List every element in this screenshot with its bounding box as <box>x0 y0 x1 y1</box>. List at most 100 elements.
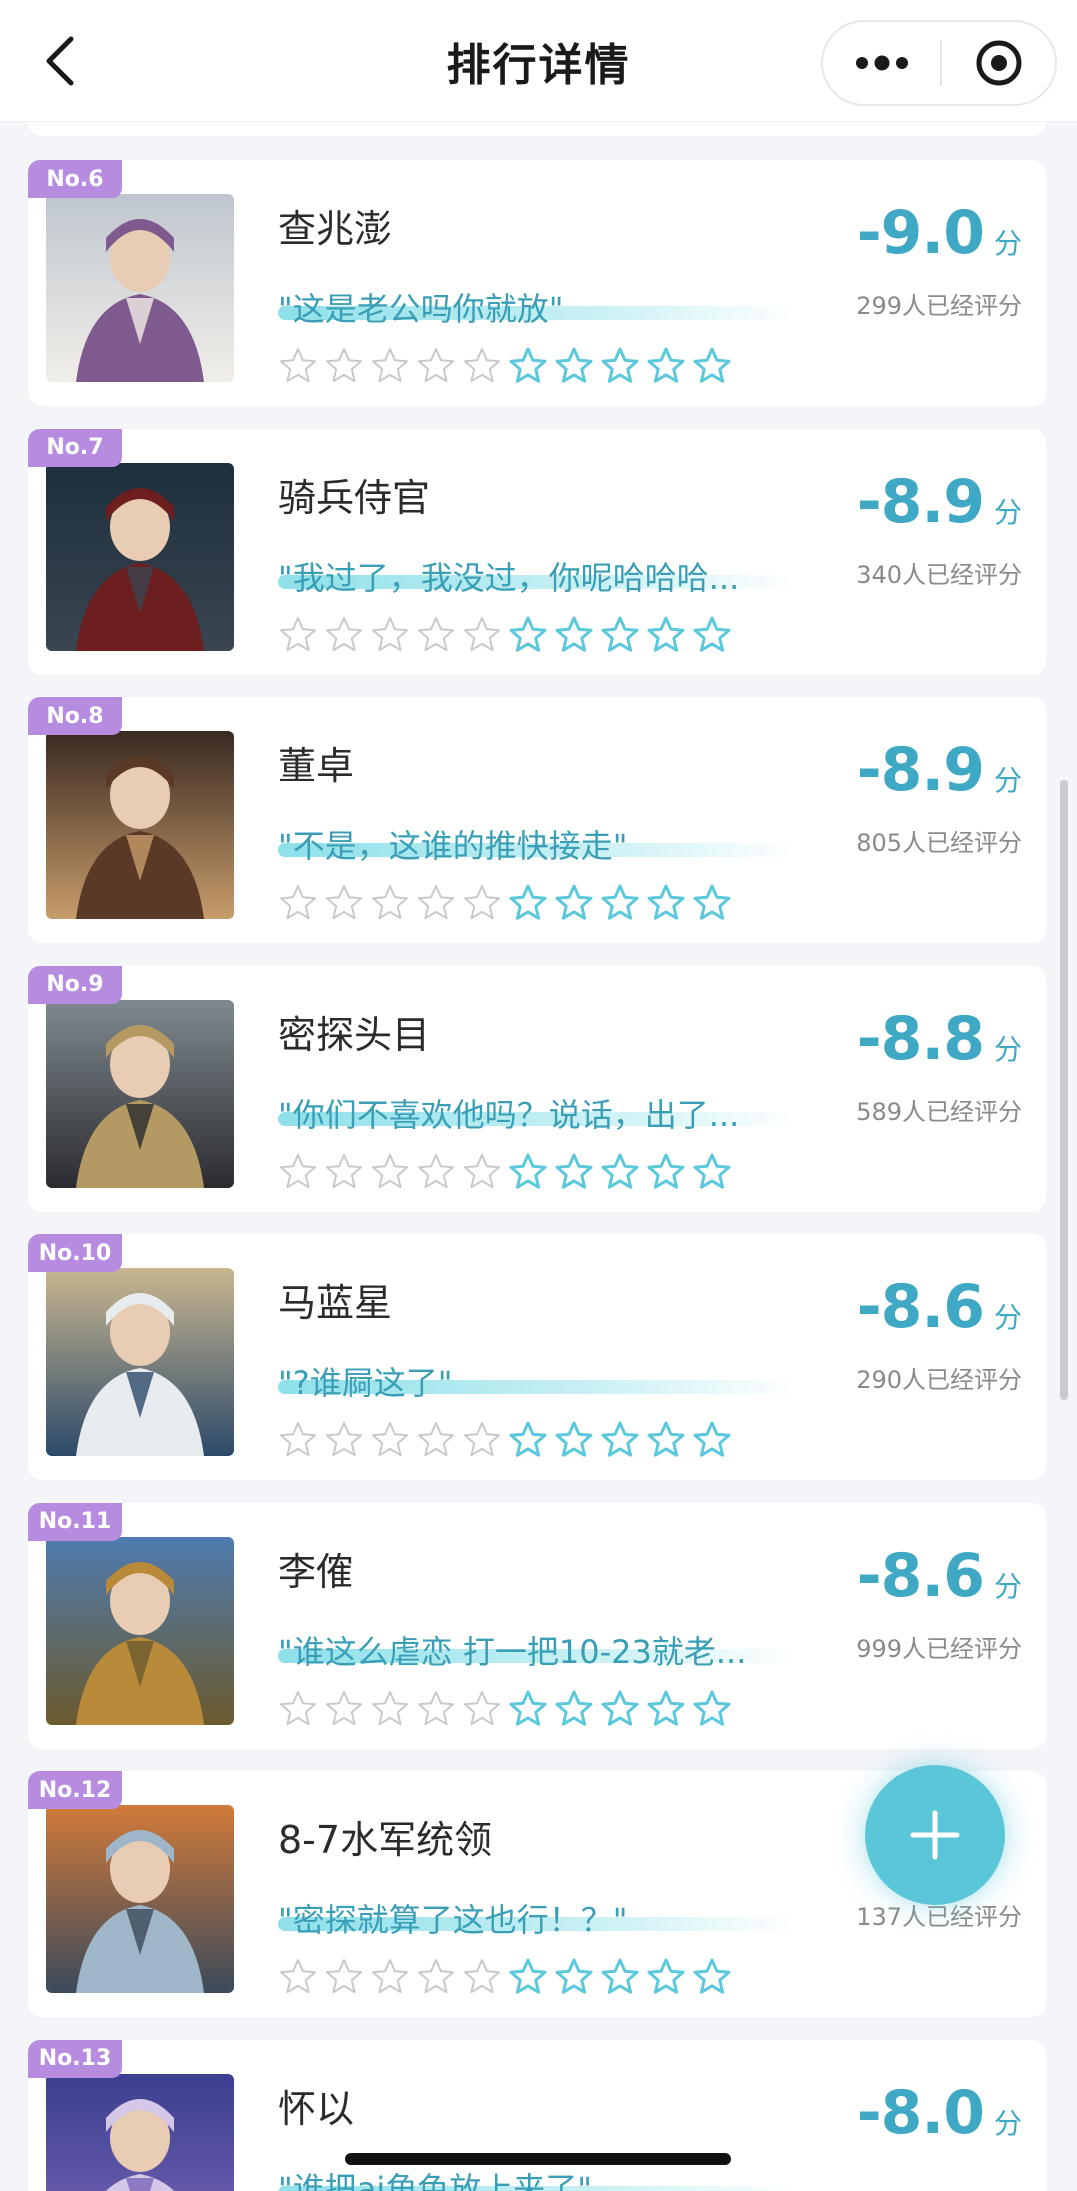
star-empty-icon[interactable] <box>416 1420 456 1460</box>
star-outline-icon[interactable] <box>554 1689 594 1729</box>
star-outline-icon[interactable] <box>692 1152 732 1192</box>
star-empty-icon[interactable] <box>324 1420 364 1460</box>
star-outline-icon[interactable] <box>692 346 732 386</box>
star-outline-icon[interactable] <box>508 615 548 655</box>
star-outline-icon[interactable] <box>508 346 548 386</box>
score-unit: 分 <box>993 764 1022 797</box>
star-empty-icon[interactable] <box>370 1420 410 1460</box>
star-outline-icon[interactable] <box>554 1957 594 1997</box>
star-outline-icon[interactable] <box>646 346 686 386</box>
star-empty-icon[interactable] <box>416 1689 456 1729</box>
star-empty-icon[interactable] <box>462 346 502 386</box>
ranking-card[interactable]: No.11 李傕 "谁这么虐恋 打一把10-23就老... -8.6 分 999人已经评分 <box>28 1502 1046 1749</box>
star-outline-icon[interactable] <box>600 1957 640 1997</box>
ranking-card[interactable]: No.10 马蓝星 "?谁屙这了" -8.6 分 290人已经评分 <box>28 1234 1046 1480</box>
character-avatar[interactable] <box>46 999 234 1188</box>
star-outline-icon[interactable] <box>600 615 640 655</box>
star-outline-icon[interactable] <box>600 1689 640 1729</box>
star-outline-icon[interactable] <box>508 883 548 923</box>
star-outline-icon[interactable] <box>600 346 640 386</box>
ranking-card[interactable]: No.8 董卓 "不是，这谁的推快接走" -8.9 分 805人已经评分 <box>28 697 1046 943</box>
star-outline-icon[interactable] <box>646 1420 686 1460</box>
star-outline-icon[interactable] <box>692 615 732 655</box>
character-avatar[interactable] <box>46 1805 234 1993</box>
star-outline-icon[interactable] <box>646 1689 686 1729</box>
star-outline-icon[interactable] <box>554 883 594 923</box>
star-outline-icon[interactable] <box>692 1420 732 1460</box>
star-empty-icon[interactable] <box>324 1152 364 1192</box>
star-empty-icon[interactable] <box>462 615 502 655</box>
character-avatar[interactable] <box>46 462 234 651</box>
rating-stars[interactable] <box>278 615 732 659</box>
star-empty-icon[interactable] <box>370 346 410 386</box>
rating-stars[interactable] <box>278 883 732 927</box>
star-empty-icon[interactable] <box>370 883 410 923</box>
star-empty-icon[interactable] <box>324 883 364 923</box>
star-empty-icon[interactable] <box>278 1152 318 1192</box>
star-outline-icon[interactable] <box>554 1152 594 1192</box>
star-outline-icon[interactable] <box>554 346 594 386</box>
star-empty-icon[interactable] <box>324 346 364 386</box>
star-empty-icon[interactable] <box>324 1957 364 1997</box>
star-empty-icon[interactable] <box>416 1152 456 1192</box>
star-outline-icon[interactable] <box>508 1420 548 1460</box>
star-outline-icon[interactable] <box>600 883 640 923</box>
rating-stars[interactable] <box>278 1957 732 2001</box>
character-avatar[interactable] <box>46 731 234 919</box>
character-name: 密探头目 <box>278 1012 431 1057</box>
rating-stars[interactable] <box>278 1152 732 1196</box>
add-button[interactable] <box>865 1765 1005 1905</box>
back-button[interactable] <box>30 26 90 96</box>
ranking-card[interactable]: No.13 怀以 "谁把ai角色放上来了" -8.0 分 <box>28 2039 1046 2191</box>
character-avatar[interactable] <box>46 2073 234 2191</box>
rating-stars[interactable] <box>278 1420 732 1464</box>
rating-stars[interactable] <box>278 1689 732 1733</box>
star-empty-icon[interactable] <box>462 1420 502 1460</box>
star-empty-icon[interactable] <box>416 346 456 386</box>
star-empty-icon[interactable] <box>324 1689 364 1729</box>
star-empty-icon[interactable] <box>416 615 456 655</box>
star-empty-icon[interactable] <box>278 346 318 386</box>
star-empty-icon[interactable] <box>278 1957 318 1997</box>
star-empty-icon[interactable] <box>278 1420 318 1460</box>
star-outline-icon[interactable] <box>554 1420 594 1460</box>
character-avatar[interactable] <box>46 1536 234 1725</box>
ranking-card[interactable]: No.9 密探头目 "你们不喜欢他吗？说话，出了... -8.8 分 589人已经评分 <box>28 965 1046 1212</box>
close-button[interactable] <box>942 22 1055 104</box>
rating-stars[interactable] <box>278 346 732 390</box>
star-empty-icon[interactable] <box>370 615 410 655</box>
star-outline-icon[interactable] <box>508 1957 548 1997</box>
star-empty-icon[interactable] <box>278 615 318 655</box>
star-empty-icon[interactable] <box>416 1957 456 1997</box>
star-empty-icon[interactable] <box>370 1957 410 1997</box>
ranking-card[interactable]: No.6 查兆澎 "这是老公吗你就放" -9.0 分 299人已经评分 <box>28 160 1046 406</box>
star-empty-icon[interactable] <box>416 883 456 923</box>
star-outline-icon[interactable] <box>508 1689 548 1729</box>
character-avatar[interactable] <box>46 1268 234 1456</box>
star-empty-icon[interactable] <box>462 1957 502 1997</box>
ranking-card[interactable]: No.7 骑兵侍官 "我过了，我没过，你呢哈哈哈... -8.9 分 340人已经评分 <box>28 428 1046 675</box>
star-empty-icon[interactable] <box>462 883 502 923</box>
star-empty-icon[interactable] <box>370 1689 410 1729</box>
star-outline-icon[interactable] <box>554 615 594 655</box>
star-empty-icon[interactable] <box>278 1689 318 1729</box>
star-outline-icon[interactable] <box>646 883 686 923</box>
star-empty-icon[interactable] <box>462 1152 502 1192</box>
star-outline-icon[interactable] <box>646 1152 686 1192</box>
character-avatar[interactable] <box>46 194 234 382</box>
star-outline-icon[interactable] <box>600 1152 640 1192</box>
character-name: 8-7水军统领 <box>278 1818 493 1862</box>
star-empty-icon[interactable] <box>462 1689 502 1729</box>
star-outline-icon[interactable] <box>692 1689 732 1729</box>
star-outline-icon[interactable] <box>508 1152 548 1192</box>
more-button[interactable] <box>823 22 940 104</box>
star-empty-icon[interactable] <box>370 1152 410 1192</box>
star-empty-icon[interactable] <box>324 615 364 655</box>
star-outline-icon[interactable] <box>600 1420 640 1460</box>
star-empty-icon[interactable] <box>278 883 318 923</box>
star-outline-icon[interactable] <box>646 615 686 655</box>
star-outline-icon[interactable] <box>646 1957 686 1997</box>
star-outline-icon[interactable] <box>692 883 732 923</box>
scrollbar[interactable] <box>1060 780 1068 1400</box>
star-outline-icon[interactable] <box>692 1957 732 1997</box>
